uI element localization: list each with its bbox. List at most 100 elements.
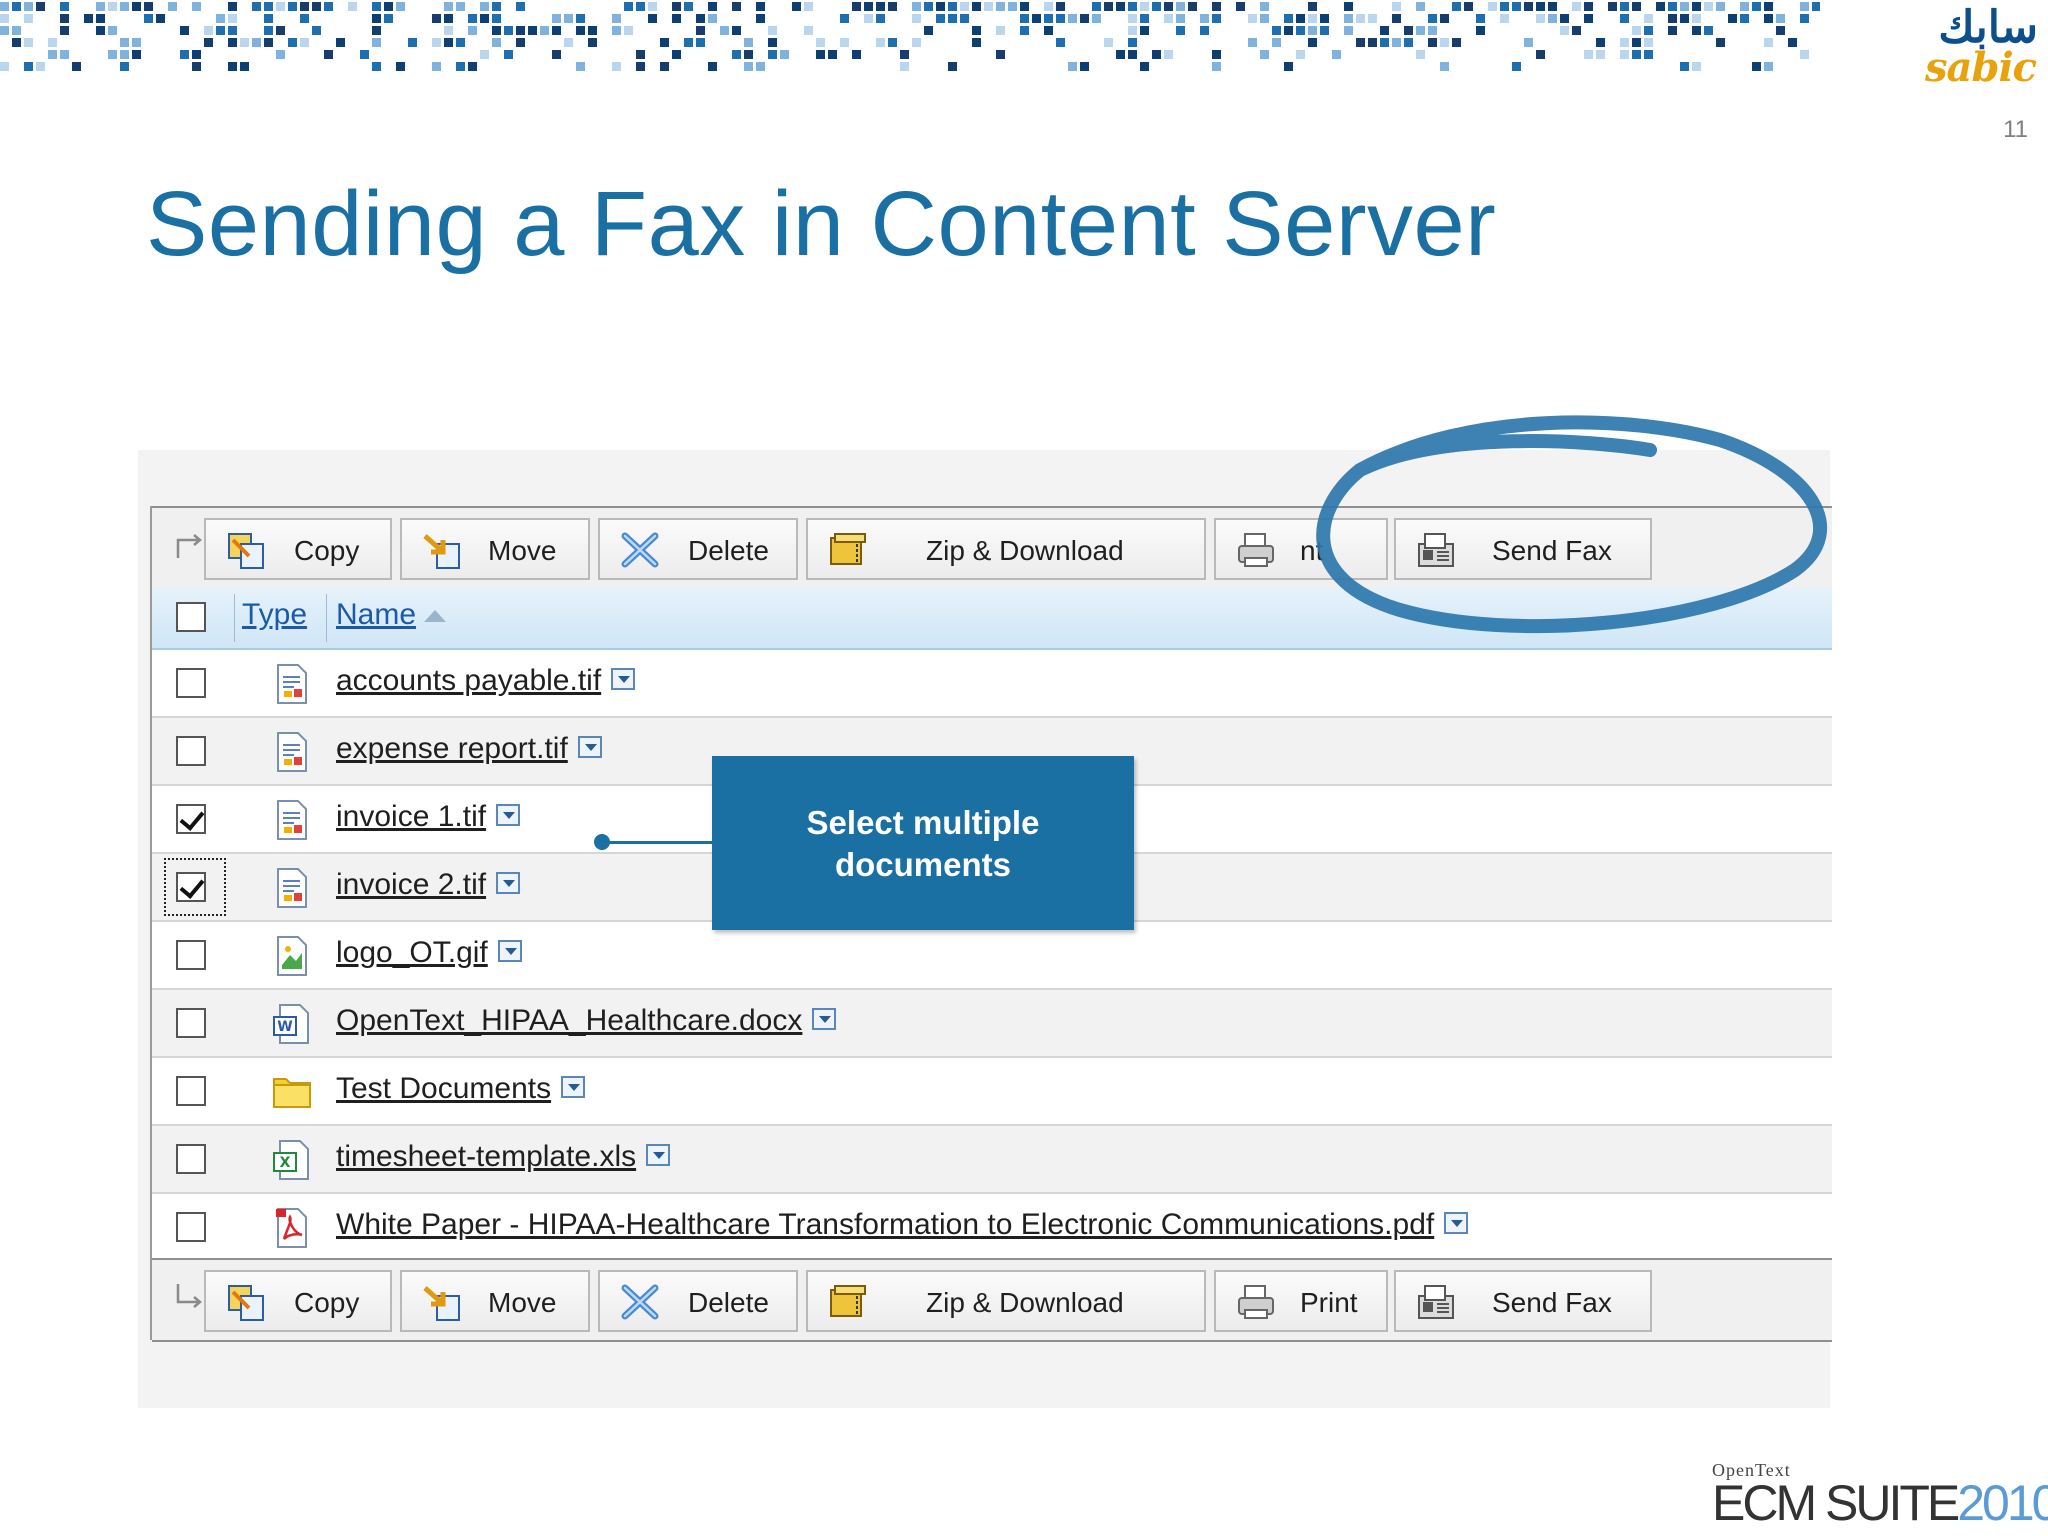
select-all-checkbox[interactable] (176, 602, 206, 632)
move-button[interactable]: Move (400, 518, 590, 580)
file-name-link[interactable]: OpenText_HIPAA_Healthcare.docx (336, 1004, 837, 1038)
copy-button[interactable]: Copy (204, 518, 392, 580)
banner-pixel (1308, 2, 1317, 11)
pixel-banner (0, 2, 1820, 71)
banner-pixel (972, 26, 981, 35)
banner-pixel (876, 14, 885, 23)
banner-pixel (1020, 14, 1029, 23)
delete-button[interactable]: Delete (598, 518, 798, 580)
banner-pixel (1632, 26, 1641, 35)
table-row[interactable]: logo_OT.gif (152, 922, 1832, 990)
banner-pixel (1692, 2, 1701, 11)
type-column-header[interactable]: Type (242, 598, 307, 632)
banner-pixel (24, 14, 33, 23)
name-column-header[interactable]: Name (336, 598, 416, 632)
callout-pointer-line (602, 841, 712, 844)
banner-pixel (1752, 2, 1761, 11)
banner-pixel (156, 14, 165, 23)
banner-pixel (1308, 26, 1317, 35)
tif-icon (277, 732, 307, 772)
banner-pixel (1512, 2, 1521, 11)
svg-text:X: X (280, 1155, 291, 1171)
banner-pixel (1452, 38, 1461, 47)
banner-pixel (492, 14, 501, 23)
banner-pixel (1080, 14, 1089, 23)
function-menu-icon[interactable] (646, 1144, 671, 1167)
row-checkbox[interactable] (176, 736, 206, 766)
function-menu-icon[interactable] (496, 872, 521, 895)
function-menu-icon[interactable] (611, 668, 636, 691)
file-name-link[interactable]: Test Documents (336, 1072, 586, 1106)
banner-pixel (72, 62, 81, 71)
function-menu-icon[interactable] (1444, 1212, 1469, 1235)
banner-pixel (624, 2, 633, 11)
file-name-link[interactable]: invoice 2.tif (336, 868, 521, 902)
banner-pixel (708, 14, 717, 23)
function-menu-icon[interactable] (577, 736, 602, 759)
table-row[interactable]: White Paper - HIPAA-Healthcare Transform… (152, 1194, 1832, 1262)
banner-pixel (96, 26, 105, 35)
file-name-link[interactable]: accounts payable.tif (336, 664, 636, 698)
print-icon (1238, 533, 1274, 567)
banner-pixel (456, 2, 465, 11)
svg-text:W: W (277, 1019, 292, 1035)
banner-pixel (900, 62, 909, 71)
move-button[interactable]: Move (400, 1270, 590, 1332)
banner-pixel (1212, 62, 1221, 71)
banner-pixel (36, 62, 45, 71)
banner-pixel (360, 50, 369, 59)
function-menu-icon[interactable] (497, 940, 522, 963)
send-fax-button[interactable]: Send Fax (1394, 1270, 1652, 1332)
print-button[interactable]: Print (1214, 1270, 1388, 1332)
banner-pixel (1800, 2, 1809, 11)
row-checkbox[interactable] (176, 872, 206, 902)
banner-pixel (372, 14, 381, 23)
banner-pixel (144, 2, 153, 11)
function-menu-icon[interactable] (812, 1008, 837, 1031)
banner-pixel (12, 2, 21, 11)
row-checkbox[interactable] (176, 1144, 206, 1174)
banner-pixel (1740, 14, 1749, 23)
row-checkbox[interactable] (176, 668, 206, 698)
delete-button[interactable]: Delete (598, 1270, 798, 1332)
banner-pixel (948, 2, 957, 11)
file-name-link[interactable]: invoice 1.tif (336, 800, 521, 834)
banner-pixel (1248, 38, 1257, 47)
row-checkbox[interactable] (176, 1076, 206, 1106)
banner-pixel (1632, 2, 1641, 11)
callout-box: Select multiple documents (712, 756, 1134, 930)
function-menu-icon[interactable] (496, 804, 521, 827)
excel-icon: X (273, 1140, 309, 1180)
table-row[interactable]: Xtimesheet-template.xls (152, 1126, 1832, 1194)
copy-button[interactable]: Copy (204, 1270, 392, 1332)
file-name-link[interactable]: White Paper - HIPAA-Healthcare Transform… (336, 1208, 1469, 1242)
banner-pixel (1380, 26, 1389, 35)
row-checkbox[interactable] (176, 940, 206, 970)
banner-pixel (276, 2, 285, 11)
table-row[interactable]: W OpenText_HIPAA_Healthcare.docx (152, 990, 1832, 1058)
table-row[interactable]: accounts payable.tif (152, 650, 1832, 718)
copy-icon (228, 1285, 264, 1321)
row-checkbox[interactable] (176, 1008, 206, 1038)
banner-pixel (864, 2, 873, 11)
banner-pixel (0, 26, 9, 35)
row-checkbox[interactable] (176, 804, 206, 834)
zip-download-button[interactable]: Zip & Download (806, 518, 1206, 580)
banner-pixel (24, 38, 33, 47)
ecm-suite-wordmark: ECM SUITE2010 (1712, 1474, 2048, 1532)
table-row[interactable]: Test Documents (152, 1058, 1832, 1126)
file-name-text: logo_OT.gif (336, 936, 488, 969)
row-checkbox[interactable] (176, 1212, 206, 1242)
file-name-link[interactable]: logo_OT.gif (336, 936, 522, 970)
banner-pixel (1188, 2, 1197, 11)
banner-pixel (396, 62, 405, 71)
banner-pixel (720, 26, 729, 35)
file-name-link[interactable]: timesheet-template.xls (336, 1140, 671, 1174)
banner-pixel (684, 38, 693, 47)
function-menu-icon[interactable] (561, 1076, 586, 1099)
banner-pixel (1308, 14, 1317, 23)
banner-pixel (1392, 14, 1401, 23)
zip-download-button[interactable]: Zip & Download (806, 1270, 1206, 1332)
banner-pixel (1176, 2, 1185, 11)
file-name-link[interactable]: expense report.tif (336, 732, 602, 766)
